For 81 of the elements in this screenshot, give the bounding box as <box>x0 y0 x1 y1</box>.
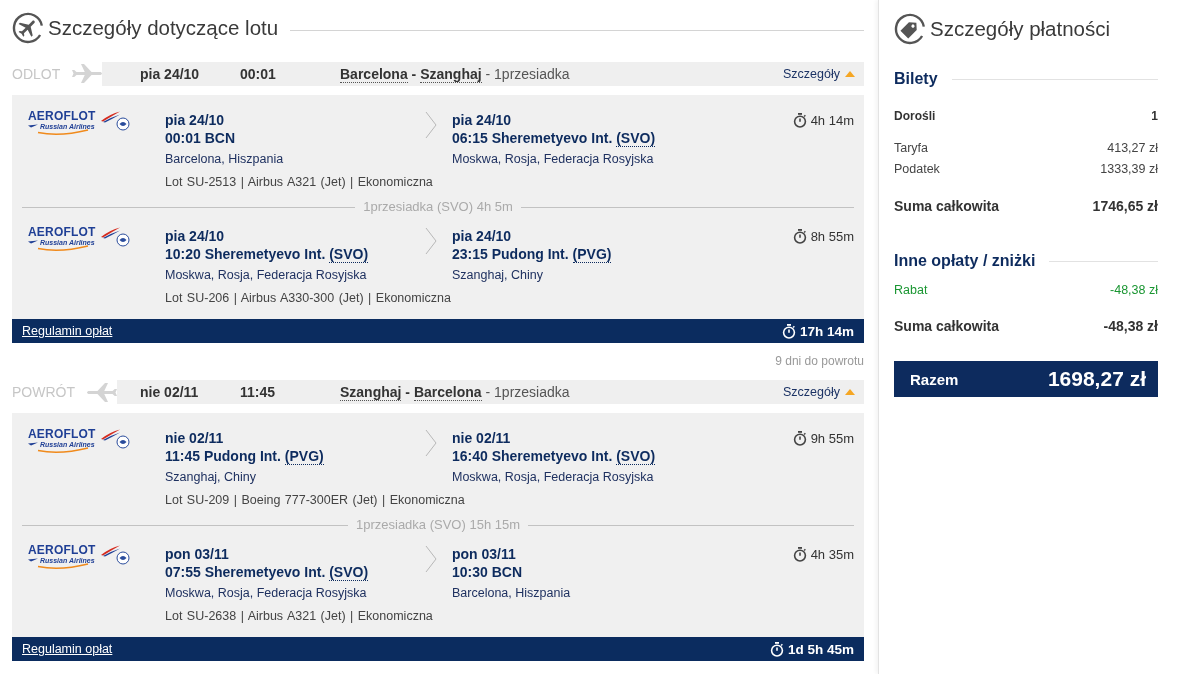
section-heading: Inne opłaty / zniżki <box>894 251 1036 271</box>
departure-city: Moskwa, Rosja, Federacja Rosyjska <box>165 267 367 284</box>
row-label: Dorośli <box>894 108 936 124</box>
leg-date: pia 24/10 <box>140 66 200 82</box>
section-title: Szczegóły dotyczące lotu <box>48 15 279 41</box>
arrival-airport: 16:40 Sheremetyevo Int. (SVO) <box>452 447 656 465</box>
section-heading: Bilety <box>894 69 938 89</box>
row-value: -48,38 zł <box>1103 317 1158 335</box>
departure-airport: 07:55 Sheremetyevo Int. (SVO) <box>165 563 369 581</box>
leg-label: ODLOT <box>12 65 61 84</box>
chevron-right-icon <box>425 429 437 457</box>
plane-icon <box>72 64 103 84</box>
arrival-city: Moskwa, Rosja, Federacja Rosyjska <box>452 151 654 168</box>
row-label: Podatek <box>894 161 940 177</box>
route-text: Barcelona - Szanghaj - 1przesiadka <box>340 66 570 82</box>
arrival-date: pia 24/10 <box>452 111 512 129</box>
flight-info: Lot SU-2638 | Airbus A321 (Jet) | Ekonomiczna <box>165 608 433 625</box>
arrival-city: Barcelona, Hiszpania <box>452 585 571 602</box>
flight-info: Lot SU-206 | Airbus A330-300 (Jet) | Ekonomiczna <box>165 290 451 307</box>
panel-title: Szczegóły płatności <box>930 16 1111 42</box>
stopwatch-icon <box>792 228 807 244</box>
arrival-airport: 06:15 Sheremetyevo Int. (SVO) <box>452 129 656 147</box>
stopwatch-icon <box>792 546 807 562</box>
departure-date: pia 24/10 <box>165 111 225 129</box>
fare-rules-link[interactable]: Regulamin opłat <box>22 324 113 338</box>
stopwatch-icon <box>769 641 784 657</box>
row-value: 413,27 zł <box>1107 140 1158 156</box>
total-duration: 17h 14m <box>799 323 854 339</box>
stopwatch-icon <box>781 323 796 339</box>
arrival-date: nie 02/11 <box>452 429 511 447</box>
plane-icon <box>87 382 117 402</box>
arrival-city: Szanghaj, Chiny <box>452 267 544 284</box>
row-label: Taryfa <box>894 140 929 156</box>
chevron-right-icon <box>425 227 437 255</box>
stopwatch-icon <box>792 112 807 128</box>
fare-rules-link[interactable]: Regulamin opłat <box>22 642 113 656</box>
total-amount: 1698,27 zł <box>1047 367 1146 391</box>
leg-time: 11:45 <box>240 384 276 400</box>
details-link[interactable]: Szczegóły <box>783 65 864 83</box>
return-note: 9 dni do powrotu <box>775 354 864 368</box>
chevron-right-icon <box>425 545 437 573</box>
departure-city: Szanghaj, Chiny <box>165 469 257 486</box>
arrival-airport: 10:30 BCN <box>452 563 523 581</box>
total-duration: 1d 5h 45m <box>787 641 854 657</box>
tag-icon <box>894 13 926 45</box>
flight-duration: 4h 14m <box>810 112 854 128</box>
leg-time: 00:01 <box>240 66 276 82</box>
departure-airport: 00:01 BCN <box>165 129 236 147</box>
layover-text: 1przesiadka (SVO) 4h 5m <box>363 200 513 214</box>
row-label: Rabat <box>894 282 928 298</box>
arrival-date: pon 03/11 <box>452 545 516 563</box>
flight-info: Lot SU-2513 | Airbus A321 (Jet) | Ekonomiczna <box>165 174 433 191</box>
row-label: Suma całkowita <box>894 197 1000 215</box>
arrival-date: pia 24/10 <box>452 227 512 245</box>
flight-info: Lot SU-209 | Boeing 777-300ER (Jet) | Ekonomiczna <box>165 492 465 509</box>
row-value: 1 <box>1151 108 1158 124</box>
row-label: Suma całkowita <box>894 317 1000 335</box>
departure-date: pon 03/11 <box>165 545 229 563</box>
flight-duration: 4h 35m <box>810 546 854 562</box>
stopwatch-icon <box>792 430 807 446</box>
arrival-city: Moskwa, Rosja, Federacja Rosyjska <box>452 469 654 486</box>
departure-city: Barcelona, Hiszpania <box>165 151 284 168</box>
route-text: Szanghaj - Barcelona - 1przesiadka <box>340 384 570 400</box>
plane-icon <box>12 12 44 44</box>
row-value: 1746,65 zł <box>1092 197 1158 215</box>
departure-airport: 10:20 Sheremetyevo Int. (SVO) <box>165 245 369 263</box>
flight-duration: 9h 55m <box>810 430 854 446</box>
leg-label: POWRÓT <box>12 383 75 402</box>
departure-date: pia 24/10 <box>165 227 225 245</box>
details-link[interactable]: Szczegóły <box>783 383 864 401</box>
flight-duration: 8h 55m <box>810 228 854 244</box>
departure-city: Moskwa, Rosja, Federacja Rosyjska <box>165 585 367 602</box>
arrival-airport: 23:15 Pudong Int. (PVG) <box>452 245 612 263</box>
departure-airport: 11:45 Pudong Int. (PVG) <box>165 447 324 465</box>
leg-date: nie 02/11 <box>140 384 199 400</box>
chevron-right-icon <box>425 111 437 139</box>
total-label: Razem <box>910 370 959 388</box>
departure-date: nie 02/11 <box>165 429 224 447</box>
row-value: 1333,39 zł <box>1100 161 1158 177</box>
layover-text: 1przesiadka (SVO) 15h 15m <box>356 518 520 532</box>
row-value: -48,38 zł <box>1110 282 1158 298</box>
